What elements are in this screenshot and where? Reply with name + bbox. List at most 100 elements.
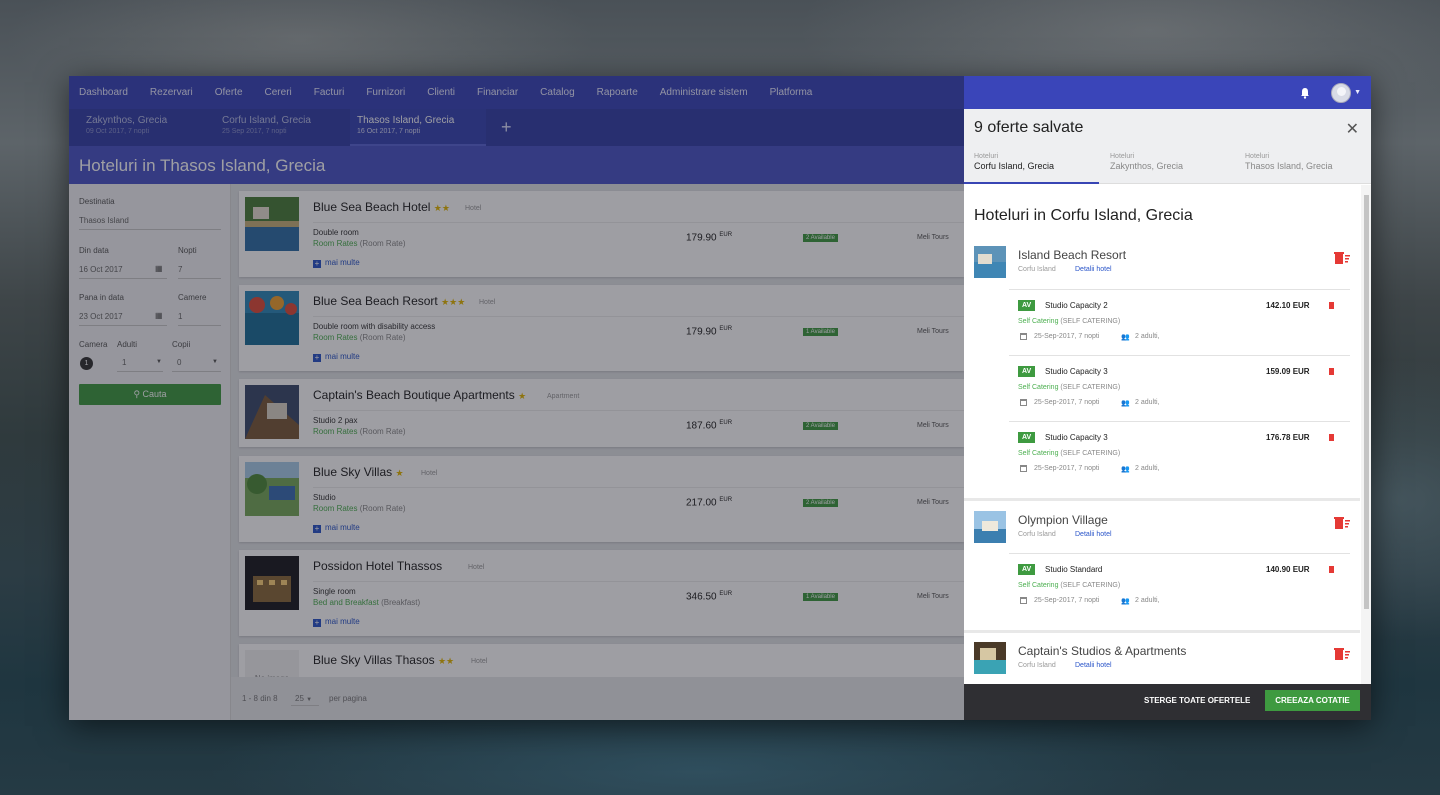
saved-tab-zakynthos[interactable]: Hoteluri Zakynthos, Grecia: [1100, 153, 1235, 184]
destination-input[interactable]: Thasos Island: [79, 216, 221, 230]
saved-tab-destination: Thasos Island, Grecia: [1245, 161, 1333, 171]
rooms-label: Camere: [178, 293, 207, 302]
chevron-down-icon[interactable]: ▼: [156, 359, 162, 365]
hotel-thumbnail[interactable]: [245, 462, 299, 516]
hotel-name[interactable]: Blue Sky Villas ★: [313, 465, 404, 479]
saved-hotel-name[interactable]: Captain's Studios & Apartments: [1018, 644, 1186, 658]
clear-all-offers-button[interactable]: STERGE TOATE OFERTELE: [1144, 696, 1250, 705]
nav-financiar[interactable]: Financiar: [477, 87, 518, 98]
bell-icon[interactable]: [1299, 87, 1311, 99]
supplier-name: Meli Tours: [917, 499, 949, 506]
chevron-down-icon[interactable]: ▼: [212, 359, 218, 365]
hotel-result-card[interactable]: Blue Sky Villas ★ Hotel Studio Room Rate…: [239, 456, 964, 542]
price: 346.50 EUR: [686, 591, 733, 603]
nav-cereri[interactable]: Cereri: [265, 87, 292, 98]
hotel-thumbnail[interactable]: [245, 197, 299, 251]
offer-pax: 2 adulti,: [1135, 333, 1160, 340]
search-tab-corfu[interactable]: Corfu Island, Grecia 25 Sep 2017, 7 nopt…: [205, 109, 341, 146]
trash-icon[interactable]: [1329, 434, 1334, 441]
saved-hotel-name[interactable]: Olympion Village: [1018, 513, 1108, 527]
nav-platforma[interactable]: Platforma: [770, 87, 813, 98]
hotel-result-card[interactable]: Captain's Beach Boutique Apartments ★ Ap…: [239, 379, 964, 447]
adults-label: Adulti: [117, 340, 138, 349]
trash-icon[interactable]: [1329, 368, 1334, 375]
room-type: Double room with disability access: [313, 322, 436, 331]
property-type: Hotel: [465, 205, 482, 212]
search-tab-thasos[interactable]: Thasos Island, Grecia 16 Oct 2017, 7 nop…: [350, 109, 486, 146]
hotel-name[interactable]: Possidon Hotel Thassos: [313, 559, 442, 573]
more-options-link[interactable]: mai multe: [313, 617, 360, 627]
search-tab-zakynthos[interactable]: Zakynthos, Grecia 09 Oct 2017, 7 nopti: [69, 109, 205, 146]
trash-icon[interactable]: [1329, 302, 1334, 309]
saved-tab-label: Hoteluri: [1110, 153, 1135, 160]
hotel-thumbnail[interactable]: [974, 642, 1006, 674]
saved-hotel-location: Corfu Island: [1018, 531, 1056, 538]
hotel-name[interactable]: Blue Sea Beach Resort ★★★: [313, 294, 465, 308]
offer-date: 25-Sep-2017, 7 nopti: [1034, 399, 1100, 406]
calendar-icon[interactable]: ▦: [155, 311, 163, 320]
offer-pax: 2 adulti,: [1135, 465, 1160, 472]
hotel-result-card[interactable]: Blue Sea Beach Resort ★★★ Hotel Double r…: [239, 285, 964, 371]
create-quote-button[interactable]: CREEAZA COTATIE: [1265, 690, 1360, 711]
hotel-name[interactable]: Blue Sea Beach Hotel ★★: [313, 200, 450, 214]
hotel-details-link[interactable]: Detalii hotel: [1075, 531, 1112, 538]
room-type: Single room: [313, 587, 356, 596]
delete-hotel-icon[interactable]: [1334, 517, 1350, 529]
nav-clienti[interactable]: Clienti: [427, 87, 455, 98]
hotel-details-link[interactable]: Detalii hotel: [1075, 266, 1112, 273]
pagination: 1 - 8 din 8 25 ▼ per pagina: [231, 677, 964, 720]
hotel-thumbnail[interactable]: [245, 291, 299, 345]
hotel-result-card[interactable]: Possidon Hotel Thassos Hotel Single room…: [239, 550, 964, 636]
more-options-link[interactable]: mai multe: [313, 523, 360, 533]
rooms-input[interactable]: 1: [178, 312, 221, 326]
room-type: Double room: [313, 228, 359, 237]
saved-hotel-name[interactable]: Island Beach Resort: [1018, 248, 1126, 262]
search-filter-panel: Destinatia Thasos Island Din data 16 Oct…: [69, 184, 231, 720]
chevron-down-icon[interactable]: ▼: [1354, 89, 1361, 96]
to-date-input[interactable]: 23 Oct 2017: [79, 312, 167, 326]
delete-hotel-icon[interactable]: [1334, 252, 1350, 264]
nav-rezervari[interactable]: Rezervari: [150, 87, 193, 98]
offer-pax: 2 adulti,: [1135, 597, 1160, 604]
nav-furnizori[interactable]: Furnizori: [366, 87, 405, 98]
hotel-thumbnail[interactable]: [974, 511, 1006, 543]
hotel-details-link[interactable]: Detalii hotel: [1075, 662, 1112, 669]
rate-name: Room Rates (Room Rate): [313, 239, 406, 248]
hotel-thumbnail[interactable]: [974, 246, 1006, 278]
people-icon: 👥: [1121, 334, 1130, 341]
close-icon[interactable]: ✕: [1346, 119, 1359, 139]
hotel-result-card[interactable]: Blue Sea Beach Hotel ★★ Hotel Double roo…: [239, 191, 964, 277]
from-date-input[interactable]: 16 Oct 2017: [79, 265, 167, 279]
trash-icon[interactable]: [1329, 566, 1334, 573]
hotel-result-card[interactable]: No image Blue Sky Villas Thasos ★★ Hotel: [239, 644, 964, 677]
avatar[interactable]: [1331, 82, 1352, 103]
offer-room: Studio Standard: [1045, 565, 1103, 574]
saved-tab-thasos[interactable]: Hoteluri Thasos Island, Grecia: [1235, 153, 1370, 184]
nav-administrare-sistem[interactable]: Administrare sistem: [660, 87, 748, 98]
calendar-icon[interactable]: ▦: [155, 264, 163, 273]
scrollbar-thumb[interactable]: [1364, 195, 1369, 609]
add-tab-icon[interactable]: +: [501, 117, 512, 138]
destination-label: Destinatia: [79, 197, 115, 206]
nights-input[interactable]: 7: [178, 265, 221, 279]
saved-tab-corfu[interactable]: Hoteluri Corfu Island, Grecia: [964, 153, 1099, 184]
rate-name: Room Rates (Room Rate): [313, 504, 406, 513]
hotel-thumbnail[interactable]: [245, 385, 299, 439]
search-button[interactable]: ⚲ Cauta: [79, 384, 221, 405]
nav-dashboard[interactable]: Dashboard: [79, 87, 128, 98]
hotel-name[interactable]: Captain's Beach Boutique Apartments ★: [313, 388, 526, 402]
nav-catalog[interactable]: Catalog: [540, 87, 574, 98]
supplier-name: Meli Tours: [917, 234, 949, 241]
more-options-link[interactable]: mai multe: [313, 258, 360, 268]
offer-date: 25-Sep-2017, 7 nopti: [1034, 465, 1100, 472]
nav-rapoarte[interactable]: Rapoarte: [597, 87, 638, 98]
hotel-name[interactable]: Blue Sky Villas Thasos ★★: [313, 653, 454, 667]
nav-oferte[interactable]: Oferte: [215, 87, 243, 98]
hotel-thumbnail[interactable]: [245, 556, 299, 610]
more-options-link[interactable]: mai multe: [313, 352, 360, 362]
saved-offer: AV Studio Capacity 3 176.78 EUR Self Cat…: [1009, 421, 1350, 487]
supplier-name: Meli Tours: [917, 328, 949, 335]
per-page-select[interactable]: 25 ▼: [291, 690, 319, 706]
delete-hotel-icon[interactable]: [1334, 648, 1350, 660]
nav-facturi[interactable]: Facturi: [314, 87, 345, 98]
